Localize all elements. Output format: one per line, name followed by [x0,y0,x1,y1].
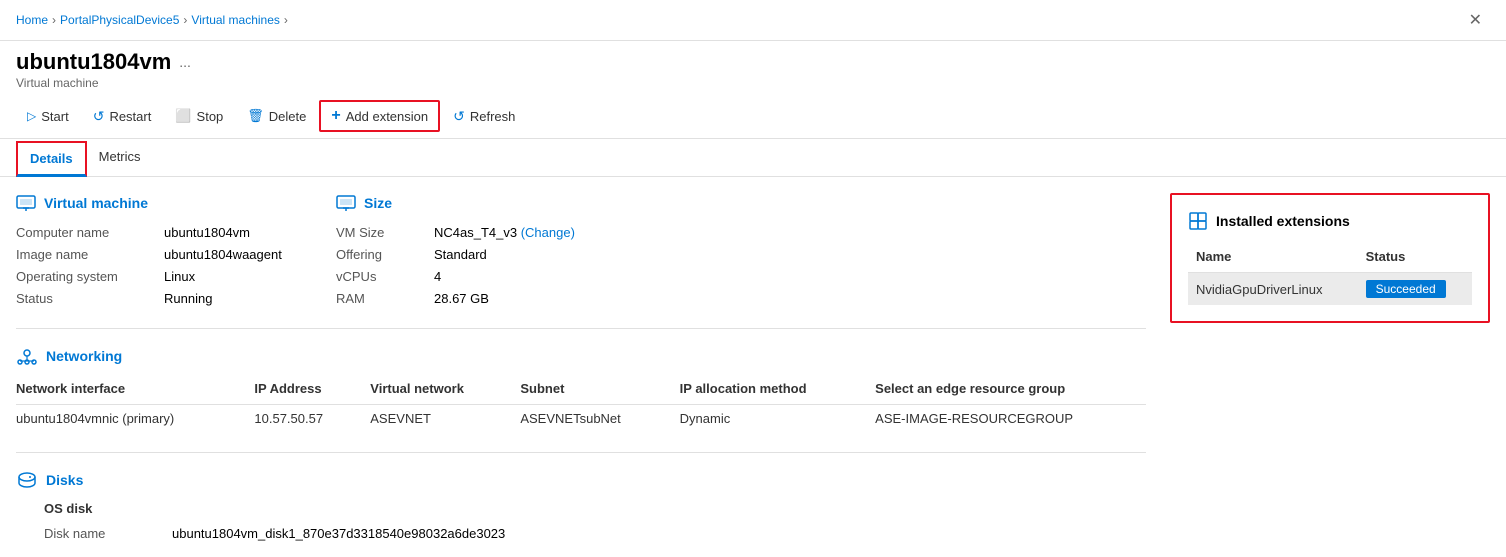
breadcrumb-home[interactable]: Home [16,13,48,27]
net-td2: 10.57.50.57 [254,405,370,433]
start-icon: ▷ [27,109,36,123]
refresh-icon: ↺ [453,108,465,125]
right-panel2: Installed extensions Name Status NvidiaG… [1170,193,1490,541]
ext-td-name: NvidiaGpuDriverLinux [1188,273,1358,306]
val-ram: 28.67 GB [434,289,596,308]
lbl-vcpus: vCPUs [336,267,426,286]
ext-data-row: NvidiaGpuDriverLinux Succeeded [1188,273,1472,306]
vm-type: Virtual machine [16,76,1490,90]
breadcrumb: Home › PortalPhysicalDevice5 › Virtual m… [16,13,288,27]
change-link2[interactable]: (Change) [521,225,575,240]
breadcrumb-sep-3: › [284,13,288,27]
lbl-offering: Offering [336,245,426,264]
lbl-cname: Computer name [16,223,156,242]
ext-title2: Installed extensions [1216,213,1350,229]
divider2 [16,452,1146,453]
breadcrumb-sep-1: › [52,13,56,27]
val-os: Linux [164,267,296,286]
breadcrumb-vms[interactable]: Virtual machines [191,13,280,27]
ext-th-status: Status [1358,245,1472,273]
toolbar: ▷ Start ↺ Restart ⬜ Stop 🗑 Delete + Add … [0,94,1506,139]
ext-status-badge2: Succeeded [1366,280,1446,298]
delete-button[interactable]: 🗑 Delete [236,102,317,130]
installed-ext-box2: Installed extensions Name Status NvidiaG… [1170,193,1490,323]
tab-metrics[interactable]: Metrics [87,141,153,176]
networking-table2: Network interface IP Address Virtual net… [16,377,1146,432]
close-button[interactable]: ✕ [1461,6,1490,34]
net-td1: ubuntu1804vmnic (primary) [16,405,254,433]
net-col6: Select an edge resource group [875,377,1146,405]
stop-label: Stop [197,109,224,124]
refresh-button[interactable]: ↺ Refresh [442,102,526,131]
val-diskname: ubuntu1804vm_disk1_870e37d3318540e98032a… [172,524,1146,541]
restart-label: Restart [109,109,151,124]
net-col4: Subnet [520,377,679,405]
disks-title2: Disks [46,472,83,488]
tabs-bar: Details Metrics [0,141,1506,177]
ext-td-status: Succeeded [1358,273,1472,306]
add-extension-icon: + [331,107,340,125]
tab-details[interactable]: Details [16,141,87,177]
net-td3: ASEVNET [370,405,520,433]
lbl-iname: Image name [16,245,156,264]
net-td4: ASEVNETsubNet [520,405,679,433]
vm-name: ubuntu1804vm [16,49,171,75]
lbl-diskname: Disk name [44,524,164,541]
stop-icon: ⬜ [175,108,191,124]
vm-section-title2: Virtual machine [44,195,148,211]
top-bar: Home › PortalPhysicalDevice5 › Virtual m… [0,0,1506,41]
refresh-label: Refresh [470,109,516,124]
net-col3: Virtual network [370,377,520,405]
network-icon2 [16,345,38,367]
net-col5: IP allocation method [680,377,876,405]
breadcrumb-portal[interactable]: PortalPhysicalDevice5 [60,13,179,27]
lbl-ram: RAM [336,289,426,308]
restart-button[interactable]: ↺ Restart [82,102,163,131]
divider1 [16,328,1146,329]
restart-icon: ↺ [93,108,105,125]
size-icon2 [336,193,356,213]
ext-table2: Name Status NvidiaGpuDriverLinux Succeed… [1188,245,1472,305]
val-iname: ubuntu1804waagent [164,245,296,264]
val-vmsize: NC4as_T4_v3 (Change) [434,223,596,242]
val-status: Running [164,289,296,308]
net-data-row: ubuntu1804vmnic (primary) 10.57.50.57 AS… [16,405,1146,433]
delete-label: Delete [269,109,307,124]
header: ubuntu1804vm ... Virtual machine [0,41,1506,94]
net-td6: ASE-IMAGE-RESOURCEGROUP [875,405,1146,433]
disk-icon2 [16,469,38,491]
net-col2: IP Address [254,377,370,405]
net-td5: Dynamic [680,405,876,433]
val-cname: ubuntu1804vm [164,223,296,242]
start-label: Start [41,109,68,124]
delete-icon: 🗑 [247,108,264,124]
vm-icon2 [16,193,36,213]
os-disk-title2: OS disk [44,501,1146,516]
breadcrumb-sep-2: › [183,13,187,27]
start-button[interactable]: ▷ Start [16,103,80,130]
val-vcpus: 4 [434,267,596,286]
more-button[interactable]: ... [179,54,191,70]
stop-button[interactable]: ⬜ Stop [164,102,234,130]
net-col1: Network interface [16,377,254,405]
ext-th-name: Name [1188,245,1358,273]
ext-icon2 [1188,211,1208,231]
add-extension-button[interactable]: + Add extension [319,100,440,132]
size-section-title2: Size [364,195,392,211]
lbl-os: Operating system [16,267,156,286]
lbl-vmsize: VM Size [336,223,426,242]
lbl-status: Status [16,289,156,308]
networking-title2: Networking [46,348,122,364]
val-offering: Standard [434,245,596,264]
add-extension-label: Add extension [346,109,428,124]
